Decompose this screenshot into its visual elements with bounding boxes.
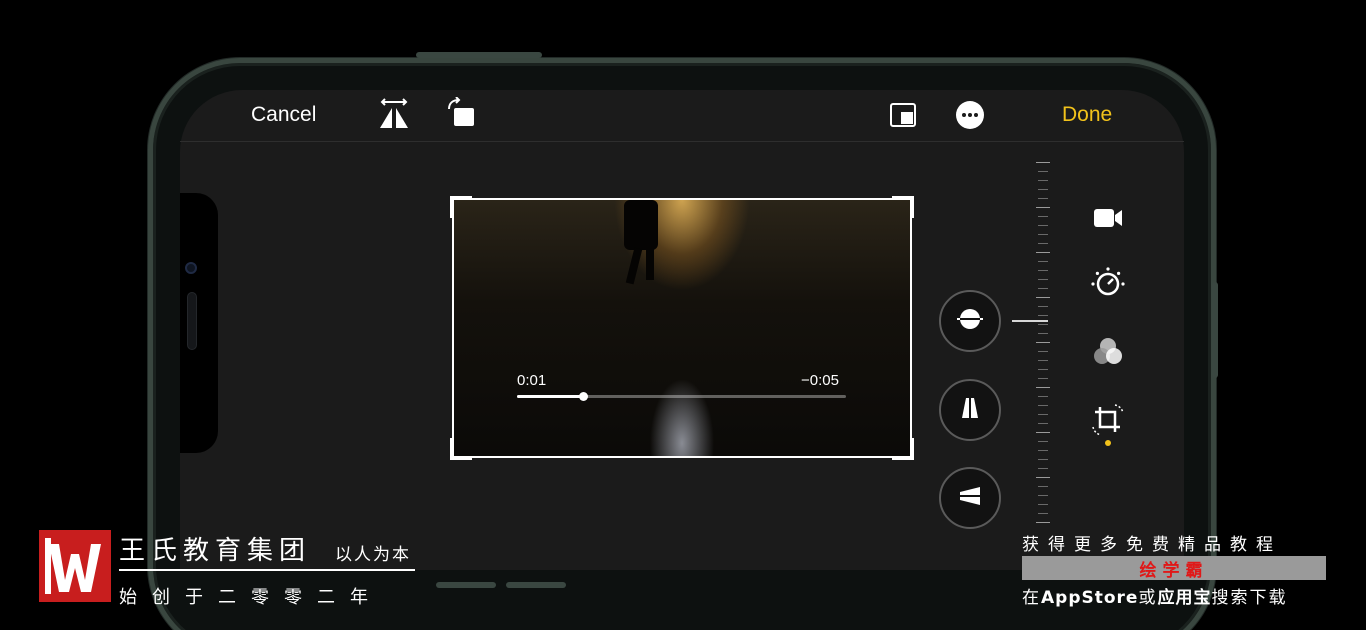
brand-slogan: 以人为本 (335, 545, 411, 565)
ruler-tick (1038, 261, 1048, 262)
rotate-icon[interactable] (445, 96, 477, 129)
ruler-tick (1038, 180, 1048, 181)
aspect-ratio-icon[interactable] (889, 102, 917, 128)
ruler-tick (1038, 423, 1048, 424)
ruler-tick (1038, 270, 1048, 271)
ruler-tick (1038, 513, 1048, 514)
ruler-tick (1038, 306, 1048, 307)
ruler-tick (1038, 333, 1048, 334)
promo-text: 搜索下载 (1211, 588, 1288, 608)
ruler-tick (1038, 495, 1048, 496)
ruler-tick (1038, 405, 1048, 406)
promo-app-name: 绘学霸 (1022, 556, 1326, 581)
ruler-tick (1038, 414, 1048, 415)
straighten-button[interactable] (939, 290, 1001, 352)
horizontal-perspective-icon (956, 482, 984, 515)
brand-name: 王氏教育集团 (119, 536, 312, 566)
ruler-tick (1036, 162, 1050, 163)
phone-bottom-button (506, 582, 566, 588)
crop-handle-bottom-left[interactable] (450, 438, 472, 460)
ruler-tick (1036, 207, 1050, 208)
ruler-tick (1038, 234, 1048, 235)
more-icon[interactable] (955, 100, 985, 130)
promo-text: 在 (1022, 588, 1041, 608)
promo-download-line: 在AppStore或应用宝搜索下载 (1022, 583, 1287, 608)
active-tool-indicator (1105, 440, 1111, 446)
scrubber-thumb[interactable] (578, 392, 588, 401)
ruler-tick (1038, 378, 1048, 379)
ruler-tick (1036, 342, 1050, 343)
horizontal-perspective-button[interactable] (939, 467, 1001, 529)
edit-toolbar (180, 90, 1184, 142)
adjust-dial-icon (1091, 266, 1125, 306)
vertical-perspective-button[interactable] (939, 379, 1001, 441)
ruler-tick (1038, 396, 1048, 397)
phone-bottom-button (436, 582, 496, 588)
ruler-tick (1036, 522, 1050, 523)
ruler-tick (1038, 198, 1048, 199)
ruler-tick (1038, 315, 1048, 316)
ruler-tick (1038, 360, 1048, 361)
crop-handle-bottom-right[interactable] (892, 438, 914, 460)
earpiece-speaker (187, 292, 197, 350)
video-icon (1092, 207, 1124, 234)
ruler-tick (1038, 450, 1048, 451)
phone-notch (180, 193, 218, 453)
ruler-tick (1038, 441, 1048, 442)
crop-handle-top-left[interactable] (450, 196, 472, 218)
ruler-tick (1036, 297, 1050, 298)
ruler-tick (1038, 459, 1048, 460)
adjust-tool[interactable] (1090, 266, 1126, 306)
ruler-tick (1038, 468, 1048, 469)
ruler-tick (1036, 252, 1050, 253)
crop-handle-top-right[interactable] (892, 196, 914, 218)
promo-headline: 获得更多免费精品教程 (1022, 535, 1282, 555)
ruler-pointer (1012, 320, 1048, 322)
ruler-tick (1038, 351, 1048, 352)
brand-logo (39, 530, 111, 602)
promo-store-name: 应用宝 (1157, 588, 1212, 608)
elapsed-time: 0:01 (517, 372, 547, 389)
brand-since: 始创于二零零二年 (119, 587, 383, 608)
phone-side-button (1212, 282, 1218, 378)
crop-rotate-icon (1091, 403, 1125, 442)
crop-frame (452, 198, 912, 458)
ruler-tick (1038, 504, 1048, 505)
scrubber-progress (517, 395, 583, 398)
ruler-tick (1038, 171, 1048, 172)
ruler-tick (1038, 369, 1048, 370)
video-scrubber[interactable] (517, 392, 846, 401)
brand-divider (119, 569, 415, 571)
remaining-time: −0:05 (801, 372, 839, 389)
ruler-tick (1036, 387, 1050, 388)
ruler-tick (1038, 216, 1048, 217)
ruler-tick (1038, 288, 1048, 289)
ruler-tick (1036, 477, 1050, 478)
flip-horizontal-icon[interactable] (377, 98, 411, 130)
straighten-icon (956, 305, 984, 338)
video-tool[interactable] (1090, 202, 1126, 238)
done-button[interactable]: Done (1062, 103, 1112, 127)
promo-text: 或 (1138, 588, 1158, 608)
vertical-perspective-icon (956, 394, 984, 427)
filters-tool[interactable] (1090, 336, 1126, 372)
ruler-tick (1038, 225, 1048, 226)
filters-icon (1091, 335, 1125, 374)
front-camera (185, 262, 197, 274)
crop-tool[interactable] (1090, 403, 1126, 442)
promo-store-name: AppStore (1041, 588, 1139, 608)
ruler-tick (1038, 486, 1048, 487)
ruler-tick (1036, 432, 1050, 433)
ruler-tick (1038, 279, 1048, 280)
cancel-button[interactable]: Cancel (251, 103, 316, 127)
ruler-tick (1038, 324, 1048, 325)
phone-top-button (416, 52, 542, 58)
ruler-tick (1038, 243, 1048, 244)
ruler-tick (1038, 189, 1048, 190)
